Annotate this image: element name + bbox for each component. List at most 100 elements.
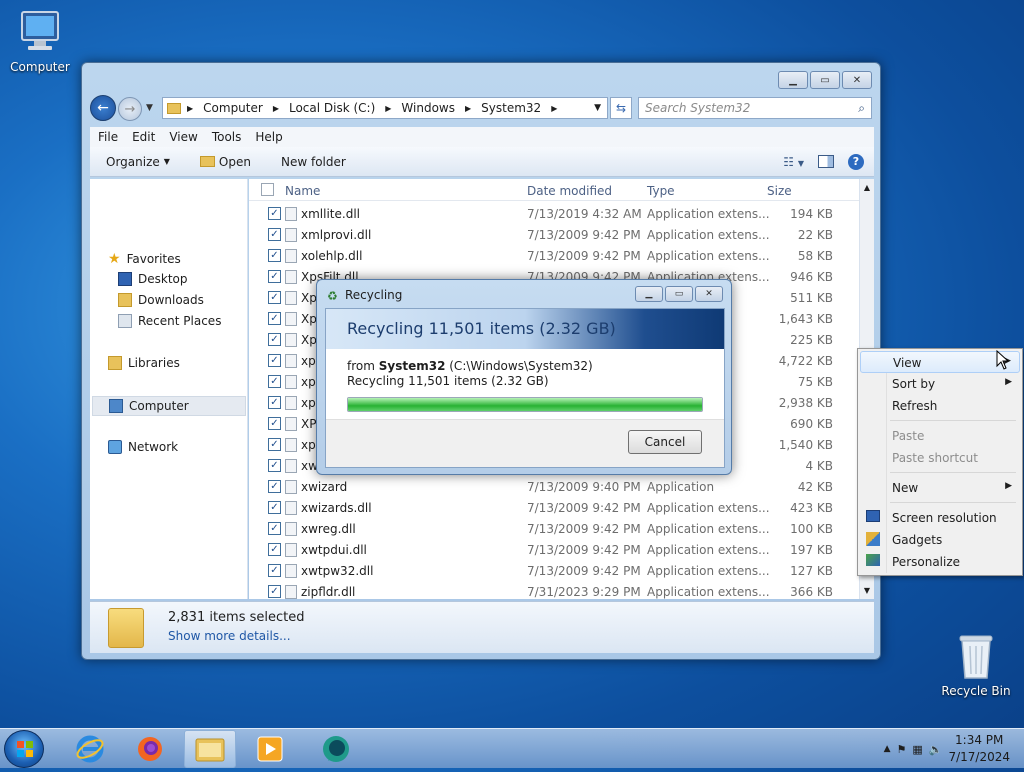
file-size: 2,938 KB [778, 396, 833, 410]
row-checkbox[interactable]: ✓ [268, 459, 281, 472]
row-checkbox[interactable]: ✓ [268, 543, 281, 556]
menu-tools[interactable]: Tools [212, 130, 242, 144]
nav-libraries[interactable]: Libraries [108, 356, 180, 370]
dialog-minimize-button[interactable]: ▁ [635, 286, 663, 302]
table-row[interactable]: ✓ xwtpw32.dll 7/13/2009 9:42 PM Application… [249, 560, 859, 581]
row-checkbox[interactable]: ✓ [268, 333, 281, 346]
menu-file[interactable]: File [98, 130, 118, 144]
row-checkbox[interactable]: ✓ [268, 417, 281, 430]
address-dropdown-icon[interactable]: ▼ [594, 103, 601, 113]
row-checkbox[interactable]: ✓ [268, 480, 281, 493]
column-header-type[interactable]: Type [647, 184, 675, 198]
taskbar-firefox[interactable] [124, 730, 176, 768]
table-row[interactable]: ✓ xwreg.dll 7/13/2009 9:42 PM Application e… [249, 518, 859, 539]
menu-item-gadgets[interactable]: Gadgets [860, 529, 1020, 551]
clock[interactable]: 1:34 PM 7/17/2024 [948, 732, 1010, 766]
start-button[interactable] [4, 730, 44, 768]
nav-favorites[interactable]: ★ Favorites [108, 251, 181, 267]
change-view-button[interactable]: ☷ ▼ [783, 155, 804, 169]
computer-icon [16, 8, 64, 56]
new-folder-label: New folder [280, 154, 346, 169]
show-more-details-link[interactable]: Show more details... [168, 629, 291, 643]
menu-help[interactable]: Help [255, 130, 282, 144]
preview-pane-button[interactable] [818, 155, 834, 168]
close-button[interactable]: ✕ [842, 71, 872, 89]
row-checkbox[interactable]: ✓ [268, 564, 281, 577]
table-row[interactable]: ✓ xmlprovi.dll 7/13/2009 9:42 PM Applicatio… [249, 224, 859, 245]
row-checkbox[interactable]: ✓ [268, 270, 281, 283]
recent-pages-dropdown[interactable]: ▼ [146, 103, 153, 113]
show-hidden-icons-icon[interactable]: ▲ [884, 744, 891, 754]
menu-item-new[interactable]: New ▶ [860, 477, 1020, 499]
minimize-button[interactable]: ▁ [778, 71, 808, 89]
table-row[interactable]: ✓ xwizard 7/13/2009 9:40 PM Application 42 K… [249, 476, 859, 497]
nav-recent-places[interactable]: Recent Places [118, 314, 221, 328]
open-button[interactable]: Open [199, 155, 251, 169]
row-checkbox[interactable]: ✓ [268, 354, 281, 367]
cancel-button[interactable]: Cancel [628, 430, 702, 454]
row-checkbox[interactable]: ✓ [268, 291, 281, 304]
desktop-icon-recycle-bin[interactable]: Recycle Bin [936, 632, 1016, 698]
menu-item-screen-resolution[interactable]: Screen resolution [860, 507, 1020, 529]
row-checkbox[interactable]: ✓ [268, 522, 281, 535]
nav-network[interactable]: Network [108, 440, 178, 454]
menu-item-refresh[interactable]: Refresh [860, 395, 1020, 417]
file-name: Xp [301, 312, 317, 326]
row-checkbox[interactable]: ✓ [268, 207, 281, 220]
menu-item-sort-by[interactable]: Sort by ▶ [860, 373, 1020, 395]
taskbar-app[interactable] [310, 730, 362, 768]
row-checkbox[interactable]: ✓ [268, 438, 281, 451]
column-header-name[interactable]: Name [285, 184, 320, 198]
menu-view[interactable]: View [169, 130, 197, 144]
new-folder-button[interactable]: New folder [281, 155, 346, 169]
column-header-date[interactable]: Date modified [527, 184, 612, 198]
select-all-checkbox[interactable] [261, 183, 274, 196]
taskbar-windows-explorer[interactable] [184, 730, 236, 768]
maximize-button[interactable]: ▭ [810, 71, 840, 89]
nav-computer[interactable]: Computer [92, 396, 246, 416]
dialog-maximize-button[interactable]: ▭ [665, 286, 693, 302]
menu-item-paste-shortcut[interactable]: Paste shortcut [860, 447, 1020, 469]
scroll-down-icon[interactable]: ▼ [860, 586, 874, 595]
breadcrumb-system32[interactable]: System32 [481, 101, 541, 115]
table-row[interactable]: ✓ xwtpdui.dll 7/13/2009 9:42 PM Application… [249, 539, 859, 560]
table-row[interactable]: ✓ xolehlp.dll 7/13/2009 9:42 PM Application… [249, 245, 859, 266]
help-icon[interactable]: ? [848, 153, 864, 170]
menu-item-personalize[interactable]: Personalize [860, 551, 1020, 573]
row-checkbox[interactable]: ✓ [268, 312, 281, 325]
table-row[interactable]: ✓ zipfldr.dll 7/31/2023 9:29 PM Application… [249, 581, 859, 599]
search-input[interactable]: Search System32 ⌕ [638, 97, 872, 119]
dialog-close-button[interactable]: ✕ [695, 286, 723, 302]
breadcrumb-local-disk[interactable]: Local Disk (C:) [289, 101, 375, 115]
back-button[interactable]: ← [90, 95, 116, 121]
desktop-icon-computer[interactable]: Computer [0, 8, 80, 74]
nav-desktop[interactable]: Desktop [118, 272, 188, 286]
row-checkbox[interactable]: ✓ [268, 228, 281, 241]
row-checkbox[interactable]: ✓ [268, 249, 281, 262]
row-checkbox[interactable]: ✓ [268, 396, 281, 409]
breadcrumb-computer[interactable]: Computer [203, 101, 263, 115]
network-status-icon[interactable]: ▦ [912, 743, 922, 756]
breadcrumb-windows[interactable]: Windows [401, 101, 455, 115]
row-checkbox[interactable]: ✓ [268, 585, 281, 598]
menu-item-label: Paste shortcut [892, 451, 978, 465]
table-row[interactable]: ✓ xwizards.dll 7/13/2009 9:42 PM Applicatio… [249, 497, 859, 518]
forward-button[interactable]: → [118, 97, 142, 121]
volume-icon[interactable]: 🔈 [929, 743, 943, 756]
row-checkbox[interactable]: ✓ [268, 375, 281, 388]
refresh-button[interactable]: ⇆ [610, 97, 632, 119]
address-bar[interactable]: ▶ Computer ▶ Local Disk (C:) ▶ Windows ▶… [162, 97, 608, 119]
table-row[interactable]: ✓ xmllite.dll 7/13/2019 4:32 AM Application… [249, 203, 859, 224]
organize-button[interactable]: Organize ▼ [106, 155, 170, 169]
nav-downloads[interactable]: Downloads [118, 293, 204, 307]
menu-item-paste[interactable]: Paste [860, 425, 1020, 447]
row-checkbox[interactable]: ✓ [268, 501, 281, 514]
recycle-icon: ♻ [327, 289, 338, 303]
menu-edit[interactable]: Edit [132, 130, 155, 144]
search-icon[interactable]: ⌕ [858, 101, 865, 116]
taskbar-media-player[interactable] [244, 730, 296, 768]
scroll-up-icon[interactable]: ▲ [860, 183, 874, 192]
taskbar-internet-explorer[interactable] [64, 730, 116, 768]
column-header-size[interactable]: Size [767, 184, 792, 198]
action-center-flag-icon[interactable]: ⚑ [896, 743, 906, 756]
